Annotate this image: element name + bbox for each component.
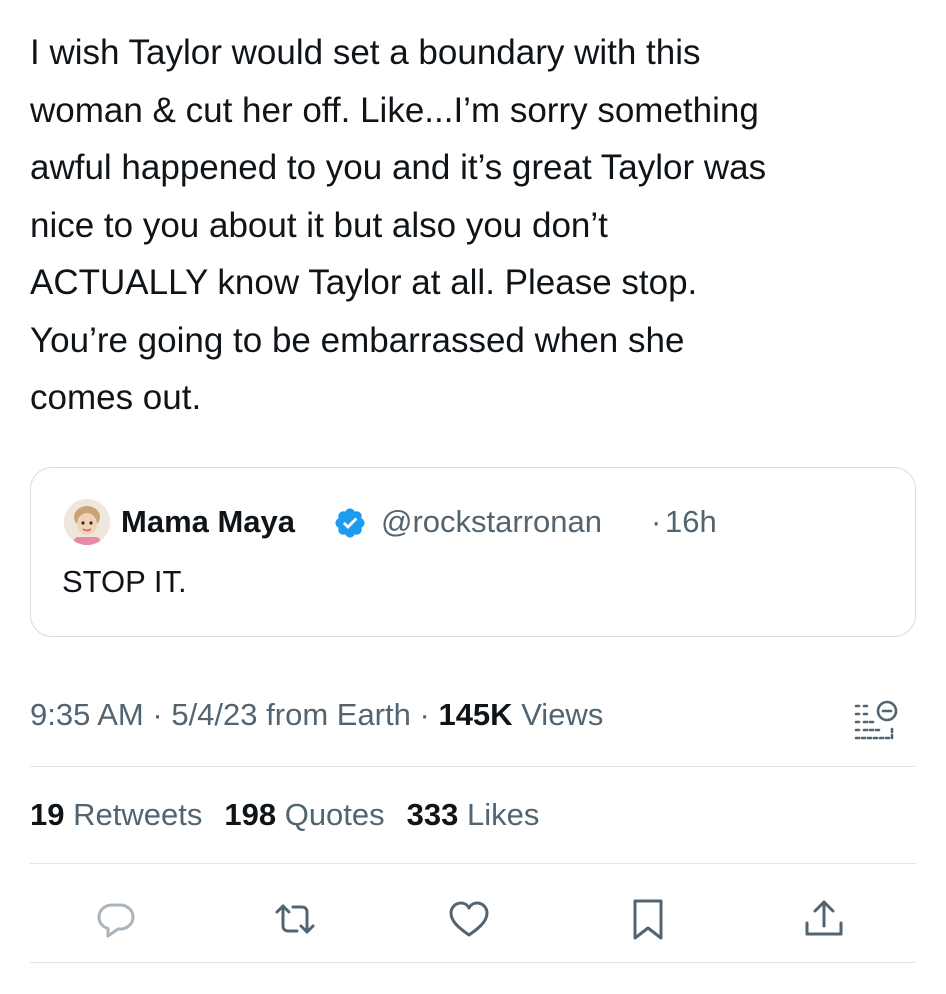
quotes-stat[interactable]: 198 Quotes (224, 797, 384, 832)
share-icon (805, 900, 843, 936)
likes-stat[interactable]: 333 Likes (407, 797, 540, 832)
like-button[interactable] (446, 896, 492, 942)
divider (30, 766, 916, 767)
heart-icon (449, 901, 489, 937)
separator-dot: · (152, 697, 163, 732)
retweets-count: 19 (30, 797, 65, 832)
tweet-time[interactable]: 9:35 AM (30, 697, 144, 732)
tweet-text: I wish Taylor would set a boundary with … (30, 33, 767, 417)
analytics-icon[interactable] (852, 697, 900, 741)
divider (30, 863, 916, 864)
quoted-timestamp[interactable]: 16h (665, 504, 717, 540)
views-count: 145K (438, 697, 513, 732)
quoted-author-name[interactable]: Mama Maya (121, 504, 295, 540)
retweets-label: Retweets (73, 797, 203, 832)
quotes-count: 198 (224, 797, 277, 832)
engagement-stats: 19 Retweets 198 Quotes 333 Likes (30, 797, 539, 833)
verified-badge-icon (333, 506, 367, 540)
bookmark-button[interactable] (625, 896, 671, 942)
likes-label: Likes (467, 797, 540, 832)
quoted-author-handle[interactable]: @rockstarronan (381, 504, 602, 540)
retweet-button[interactable] (272, 896, 318, 942)
quotes-label: Quotes (284, 797, 385, 832)
divider (30, 962, 916, 963)
likes-count: 333 (406, 797, 459, 832)
reply-icon (97, 903, 135, 938)
share-button[interactable] (801, 896, 847, 942)
bookmark-icon (633, 899, 663, 940)
retweets-stat[interactable]: 19 Retweets (30, 797, 202, 832)
quoted-tweet-card[interactable]: Mama Maya @rockstarronan · 16h STOP IT. (30, 467, 916, 637)
retweet-icon (275, 904, 315, 934)
quoted-tweet-text: STOP IT. (62, 564, 187, 599)
separator-dot: · (419, 697, 430, 732)
tweet-source: from Earth (266, 697, 411, 732)
reply-button[interactable] (93, 896, 139, 942)
separator-dot: · (651, 504, 662, 539)
tweet-date[interactable]: 5/4/23 (171, 697, 257, 732)
views-label: Views (521, 697, 604, 732)
tweet-meta: 9:35 AM · 5/4/23 from Earth · 145K Views (30, 697, 603, 733)
avatar[interactable] (64, 499, 110, 545)
